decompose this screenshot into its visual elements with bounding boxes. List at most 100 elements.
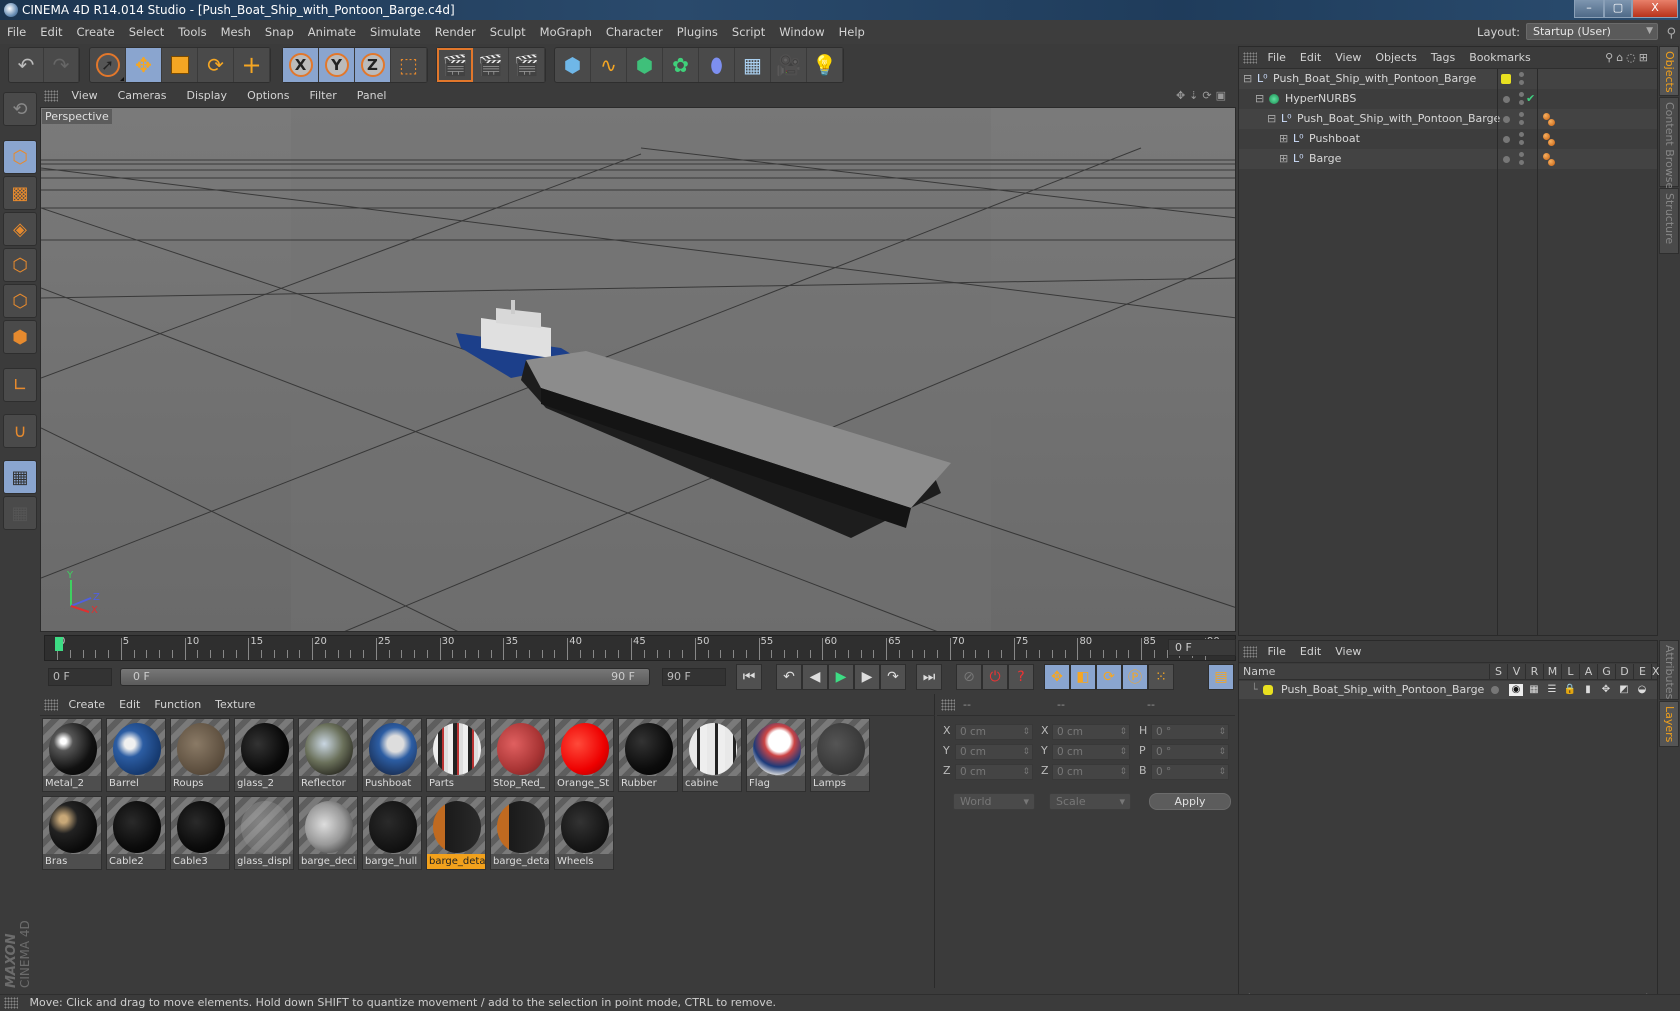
expand-icon[interactable]: ⊞ [1279, 149, 1288, 169]
viewport-menu-options[interactable]: Options [237, 86, 299, 106]
render-visibility-dot[interactable] [1519, 140, 1524, 145]
object-name[interactable]: Push_Boat_Ship_with_Pontoon_Barge [1273, 69, 1476, 89]
record-scale-icon[interactable]: ◧ [1070, 664, 1096, 690]
object-menu-file[interactable]: File [1261, 47, 1293, 69]
record-rotation-icon[interactable]: ⟳ [1096, 664, 1122, 690]
pan-view-icon[interactable]: ✥ [1176, 89, 1189, 102]
material-swatch[interactable]: Pushboat [362, 718, 422, 792]
tab-attributes[interactable]: Attributes [1659, 640, 1679, 700]
object-row[interactable]: ⊟ HyperNURBS ✔ [1239, 89, 1657, 109]
move-icon[interactable]: ✥ [126, 48, 162, 82]
editor-visibility-dot[interactable] [1519, 152, 1524, 157]
menu-select[interactable]: Select [122, 20, 171, 44]
render-picture-viewer-icon[interactable]: 🎬 [473, 48, 509, 82]
solo-toggle[interactable] [1491, 686, 1499, 694]
z-axis-lock-button[interactable]: Z [355, 48, 391, 82]
magnet-icon[interactable]: ∪ [3, 414, 37, 448]
material-tag-icon[interactable] [1548, 159, 1555, 166]
menu-animate[interactable]: Animate [301, 20, 363, 44]
tab-structure[interactable]: Structure [1659, 188, 1679, 254]
viewport-menu-cameras[interactable]: Cameras [108, 86, 177, 106]
object-row[interactable]: ⊟ L⁰ Push_Boat_Ship_with_Pontoon_Barge [1239, 69, 1657, 89]
new-window-icon[interactable]: ⊞ [1639, 51, 1651, 64]
size-z-field[interactable]: 0 cm [1052, 764, 1130, 780]
editor-visibility-dot[interactable] [1519, 72, 1524, 77]
menu-help[interactable]: Help [832, 20, 872, 44]
material-swatch[interactable]: Lamps [810, 718, 870, 792]
playhead[interactable] [55, 637, 63, 651]
generator-icon[interactable]: ✥ [1599, 684, 1613, 696]
object-name[interactable]: Pushboat [1309, 129, 1360, 149]
object-row[interactable]: ⊞ L⁰ Barge [1239, 149, 1657, 169]
tab-content-browser[interactable]: Content Browser [1659, 97, 1679, 194]
eye-icon[interactable]: ◌ [1626, 51, 1639, 64]
render-visibility-dot[interactable] [1519, 120, 1524, 125]
panel-grip-icon[interactable] [44, 699, 58, 711]
material-menu-edit[interactable]: Edit [112, 694, 147, 716]
apply-button[interactable]: Apply [1149, 793, 1231, 810]
render-visibility-dot[interactable] [1519, 160, 1524, 165]
layer-col-animation[interactable]: A [1579, 664, 1597, 680]
layer-menu-view[interactable]: View [1328, 641, 1368, 663]
viewport-menu-filter[interactable]: Filter [300, 86, 347, 106]
workplane-icon[interactable]: ▦ [3, 496, 37, 530]
previous-key-icon[interactable]: ↶ [776, 664, 802, 690]
keyframe-selection-icon[interactable]: ? [1008, 664, 1034, 690]
go-to-end-icon[interactable]: ⏭ [916, 664, 942, 690]
collapse-icon[interactable]: ⊟ [1255, 89, 1264, 109]
collapse-icon[interactable]: ⊟ [1243, 69, 1252, 89]
edges-mode-icon[interactable]: ⬡ [3, 284, 37, 318]
menu-mesh[interactable]: Mesh [214, 20, 258, 44]
size-y-field[interactable]: 0 cm [1052, 744, 1130, 760]
rot-b-field[interactable]: 0 ° [1151, 764, 1229, 780]
play-icon[interactable]: ▶ [828, 664, 854, 690]
cube-icon[interactable]: ⬢ [555, 48, 591, 82]
rot-h-field[interactable]: 0 ° [1151, 724, 1229, 740]
subdivision-surface-icon[interactable]: ⬢ [627, 48, 663, 82]
material-swatch[interactable]: glass_displ [234, 796, 294, 870]
world-coordinates-icon[interactable]: ⬚ [391, 48, 427, 82]
render-visibility-dot[interactable] [1519, 80, 1524, 85]
close-button[interactable]: X [1632, 0, 1678, 18]
material-swatch[interactable]: barge_deci [298, 796, 358, 870]
timeline-ruler[interactable]: 051015202530354045505560657075808590 [44, 635, 1236, 661]
material-swatch[interactable]: Rubber [618, 718, 678, 792]
record-position-icon[interactable]: ✥ [1044, 664, 1070, 690]
layer-color-swatch[interactable] [1501, 74, 1511, 84]
y-axis-lock-button[interactable]: Y [319, 48, 355, 82]
material-swatch[interactable]: Reflector [298, 718, 358, 792]
undo-icon[interactable]: ↶ [9, 48, 44, 82]
render-settings-icon[interactable]: 🎬 [509, 48, 545, 82]
menu-file[interactable]: File [0, 20, 33, 44]
material-swatch[interactable]: Cable3 [170, 796, 230, 870]
go-to-start-icon[interactable]: ⏮ [736, 664, 762, 690]
scale-icon[interactable] [162, 48, 198, 82]
object-name[interactable]: Push_Boat_Ship_with_Pontoon_Barge [1297, 109, 1500, 129]
material-swatch[interactable]: Roups [170, 718, 230, 792]
deformer-icon[interactable]: ⬮ [699, 48, 735, 82]
camera-icon[interactable]: 🎥 [771, 48, 807, 82]
menu-snap[interactable]: Snap [258, 20, 301, 44]
rotate-icon[interactable]: ⟳ [198, 48, 234, 82]
deformer-icon[interactable]: ◩ [1617, 684, 1631, 696]
layer-color-swatch[interactable] [1263, 685, 1273, 695]
material-swatch[interactable]: barge_deta [426, 796, 486, 870]
autokeying-icon[interactable]: ⏻ [982, 664, 1008, 690]
panel-grip-icon[interactable] [1243, 52, 1257, 64]
material-swatch[interactable]: Bras [42, 796, 102, 870]
previous-frame-icon[interactable]: ◀ [802, 664, 828, 690]
lock-workplane-icon[interactable]: ▦ [3, 460, 37, 494]
layer-col-deformers[interactable]: D [1615, 664, 1633, 680]
enabled-checkmark-icon[interactable]: ✔ [1526, 89, 1535, 109]
menu-create[interactable]: Create [70, 20, 122, 44]
layer-menu-file[interactable]: File [1261, 641, 1293, 663]
panel-grip-icon[interactable] [941, 699, 955, 711]
object-menu-view[interactable]: View [1328, 47, 1368, 69]
minimize-button[interactable]: – [1574, 0, 1604, 18]
rotate-view-icon[interactable]: ⟳ [1202, 89, 1215, 102]
viewport-menu-panel[interactable]: Panel [347, 86, 397, 106]
material-swatch[interactable]: Parts [426, 718, 486, 792]
viewport-menu-view[interactable]: View [62, 86, 108, 106]
pos-y-field[interactable]: 0 cm [955, 744, 1033, 760]
material-swatch[interactable]: Flag [746, 718, 806, 792]
